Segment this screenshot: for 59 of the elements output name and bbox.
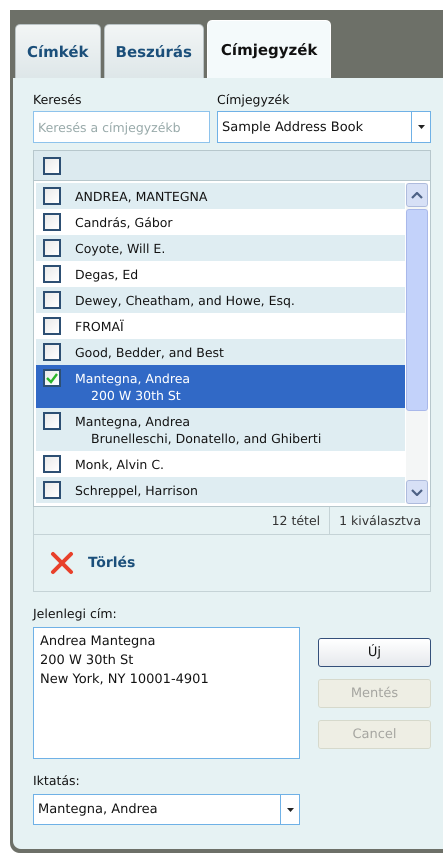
address-line: 200 W 30th St [40, 652, 134, 670]
current-address-label: Jelenlegi cím: [33, 606, 117, 621]
contact-name: Monk, Alvin C. [75, 456, 164, 473]
checkbox[interactable] [43, 343, 61, 361]
address-field[interactable]: Andrea Mantegna 200 W 30th St New York, NY 10001-4901 [33, 627, 300, 759]
caret-icon [286, 808, 294, 812]
checkbox[interactable] [43, 481, 61, 499]
contact-row[interactable]: ANDREA, MANTEGNA [36, 183, 405, 209]
select-all-checkbox[interactable] [43, 156, 61, 174]
close-icon [50, 551, 74, 575]
contact-name: Dewey, Cheatham, and Howe, Esq. [75, 292, 295, 309]
contact-detail: Brunelleschi, Donatello, and Ghiberti [91, 430, 322, 447]
selected-count: 1 kiválasztva [329, 507, 430, 534]
contact-row[interactable]: Good, Bedder, and Best [36, 339, 405, 365]
tab[interactable]: Címjegyzék [206, 20, 332, 78]
action-button[interactable]: Új [318, 638, 431, 667]
contact-row[interactable]: Schreppel, Harrison [36, 477, 405, 503]
scroll-up-button[interactable] [406, 183, 428, 207]
scroll-down-button[interactable] [406, 480, 428, 504]
checkbox[interactable] [43, 412, 61, 430]
chevron-down-icon [411, 488, 423, 496]
checkbox[interactable] [43, 317, 61, 335]
contact-row[interactable]: Dewey, Cheatham, and Howe, Esq. [36, 287, 405, 313]
checkbox[interactable] [43, 455, 61, 473]
contact-row[interactable]: Mantegna, Andrea Brunelleschi, Donatello, and Ghiberti [36, 408, 405, 451]
contact-name: Coyote, Will E. [75, 240, 166, 257]
address-line: New York, NY 10001-4901 [40, 671, 209, 689]
item-count: 12 tétel [270, 512, 322, 530]
address-book-label: Címjegyzék [217, 92, 290, 107]
contact-name: Good, Bedder, and Best [75, 344, 224, 361]
scrollbar[interactable] [406, 183, 428, 504]
checkbox[interactable] [43, 213, 61, 231]
address-line: Andrea Mantegna [40, 633, 156, 651]
checkbox[interactable] [43, 265, 61, 283]
search-field[interactable]: Keresés a címjegyzékb [33, 111, 210, 143]
tab[interactable]: Beszúrás [104, 24, 204, 78]
checkbox[interactable] [43, 291, 61, 309]
contact-detail: 200 W 30th St [91, 387, 181, 404]
contact-row[interactable]: Coyote, Will E. [36, 235, 405, 261]
contact-name: ANDREA, MANTEGNA [75, 188, 208, 205]
contact-name: Candrás, Gábor [75, 214, 173, 231]
contact-row[interactable]: Mantegna, Andrea 200 W 30th St [36, 365, 405, 408]
checkbox[interactable] [43, 239, 61, 257]
contact-name: Schreppel, Harrison [75, 482, 198, 499]
caret-icon [418, 125, 424, 129]
delete-button[interactable]: Törlés [48, 549, 138, 577]
checkbox[interactable] [43, 187, 61, 205]
contact-name: Degas, Ed [75, 266, 138, 283]
chevron-up-icon [411, 192, 423, 198]
contact-name: Mantegna, Andrea [75, 370, 190, 387]
contact-name: Mantegna, Andrea [75, 413, 190, 430]
scroll-thumb[interactable] [406, 209, 428, 411]
tab[interactable]: Címkék [15, 24, 101, 78]
filing-dropdown[interactable]: Mantegna, Andrea [33, 794, 300, 825]
search-label: Keresés [33, 92, 82, 107]
filing-label: Iktatás: [33, 773, 80, 788]
contact-name: FROMAÏ [75, 318, 124, 335]
address-book-dropdown[interactable]: Sample Address Book [217, 111, 431, 143]
checkbox[interactable] [43, 369, 61, 387]
